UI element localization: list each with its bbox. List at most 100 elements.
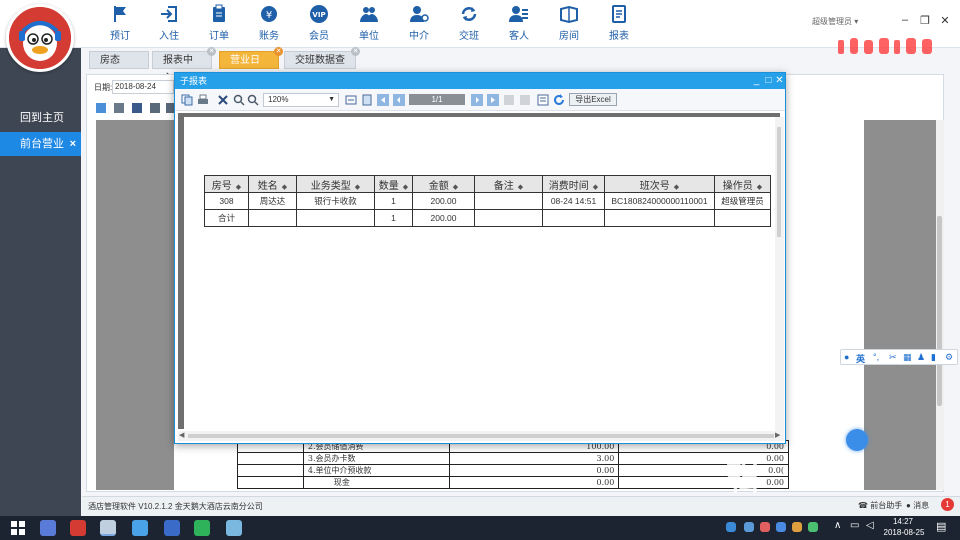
app-icon[interactable] [226,520,242,536]
nav-report-button[interactable]: 报表 [597,4,641,44]
tray-icon[interactable] [726,522,736,532]
column-header[interactable]: 操作员 ◆ [714,175,771,193]
copy-icon[interactable] [181,94,193,106]
next-page-icon[interactable] [471,94,483,106]
prev-page-icon[interactable] [393,94,405,106]
close-icon[interactable]: ✕ [774,73,785,89]
close-tab-icon[interactable]: ✕ [274,47,283,56]
nav-room-button[interactable]: 房间 [547,4,591,44]
date-field[interactable]: 2018-08-24 [112,80,174,94]
column-header[interactable]: 班次号 ◆ [604,175,715,193]
user-menu[interactable]: 超级管理员 ▾ [812,16,858,27]
print-icon[interactable] [197,94,209,106]
tray-icon[interactable] [744,522,754,532]
chevron-up-icon[interactable]: ∧ [834,520,841,531]
scrollbar-thumb[interactable] [937,216,942,406]
network-icon[interactable]: ▭ [850,520,859,531]
horizontal-scrollbar[interactable]: ◀ ▶ [178,431,784,441]
scroll-left-icon[interactable]: ◀ [179,431,184,439]
minimize-icon[interactable]: – [898,14,912,26]
volume-icon[interactable]: ◁ [866,520,874,531]
tools-icon[interactable] [217,94,229,106]
zoom-select[interactable]: 120% ▼ [263,93,339,107]
restore-icon[interactable]: ❐ [918,14,932,27]
tab-room-status[interactable]: 房态 [89,51,149,69]
app-icon[interactable] [70,520,86,536]
sidebar-item-front-desk[interactable]: 前台营业 × [0,132,81,156]
nav-reserve-button[interactable]: 预订 [98,4,142,44]
column-header[interactable]: 姓名 ◆ [248,175,297,193]
nav-order-button[interactable]: 订单 [197,4,241,44]
nav-agent-button[interactable]: 中介 [397,4,441,44]
column-header[interactable]: 消费时间 ◆ [542,175,605,193]
punctuation-icon[interactable]: °, [873,352,879,362]
nav-checkin-button[interactable]: 入住 [147,4,191,44]
nav-company-button[interactable]: 单位 [347,4,391,44]
close-tab-icon[interactable]: ✕ [351,47,360,56]
keyboard-icon[interactable]: ▦ [903,352,912,363]
scrollbar-thumb[interactable] [777,127,781,237]
nav-guest-button[interactable]: 客人 [497,4,541,44]
tray-icon[interactable] [776,522,786,532]
floating-assist-button[interactable] [846,429,868,451]
column-header[interactable]: 数量 ◆ [374,175,413,193]
messages-button[interactable]: ● 消息 [906,500,929,511]
tray-icon[interactable] [808,522,818,532]
maximize-icon[interactable]: □ [763,73,774,89]
full-page-icon[interactable] [361,94,373,106]
app-icon[interactable] [100,520,116,536]
cell-type: 银行卡收款 [296,192,375,210]
tray-icon[interactable] [760,522,770,532]
app-logo [6,4,74,72]
page-setup-icon[interactable] [537,94,549,106]
minimize-icon[interactable]: _ [751,73,762,89]
search-icon[interactable] [233,94,245,106]
tab-shift-data-query[interactable]: 交班数据查询✕ [284,47,360,84]
table-row: 4.单位中介预收款 0.00 0.0( [237,464,789,477]
column-header[interactable]: 备注 ◆ [474,175,543,193]
scissors-icon[interactable]: ✂ [889,352,897,363]
nav-shift-button[interactable]: 交班 [447,4,491,44]
app-icon[interactable] [132,520,148,536]
ime-language[interactable]: 英 [856,352,865,365]
nav-label: 预订 [110,31,130,42]
dialog-title-bar[interactable]: 子报表 _ □ ✕ [175,73,785,89]
app-icon[interactable] [164,520,180,536]
column-header[interactable]: 房号 ◆ [204,175,249,193]
first-page-icon[interactable] [377,94,389,106]
skin-icon[interactable]: ▮ [931,352,936,363]
user-icon[interactable]: ♟ [917,352,925,363]
scrollbar[interactable] [936,120,944,490]
column-header[interactable]: 业务类型 ◆ [296,175,375,193]
refresh-icon[interactable] [553,94,565,106]
close-icon[interactable]: × [70,132,76,156]
nav-finance-button[interactable]: ¥ 账务 [247,4,291,44]
ime-toolbar[interactable]: ● 英 °, ✂ ▦ ♟ ▮ ⚙ [840,349,958,365]
nav-label: 入住 [159,31,179,42]
windows-start-icon[interactable] [10,520,26,536]
close-tab-icon[interactable]: ✕ [207,47,216,56]
export-excel-button[interactable]: 导出Excel [569,93,617,106]
cell-value: 3.00 [448,452,620,465]
scroll-right-icon[interactable]: ▶ [775,431,780,439]
table-row[interactable]: 308 周达达 银行卡收款 1 200.00 08-24 14:51 BC180… [204,192,771,210]
sidebar-item-home[interactable]: 回到主页 [0,106,81,130]
close-window-icon[interactable]: ✕ [938,14,952,27]
scrollbar-thumb[interactable] [188,434,774,438]
tray-icon[interactable] [792,522,802,532]
page-width-icon[interactable] [345,94,357,106]
nav-member-button[interactable]: VIP 会员 [297,4,341,44]
gear-icon[interactable]: ⚙ [945,352,953,363]
vertical-scrollbar[interactable] [775,117,784,431]
ime-logo-icon[interactable]: ● [844,352,849,362]
column-header[interactable]: 金额 ◆ [412,175,475,193]
front-desk-assistant[interactable]: ☎ 前台助手 [858,500,902,511]
app-icon[interactable] [194,520,210,536]
last-page-icon[interactable] [487,94,499,106]
tab-daily-report[interactable]: 营业日报✕ [219,47,283,84]
tab-report-center[interactable]: 报表中心✕ [152,47,216,84]
zoom-icon[interactable] [247,94,259,106]
cell-amount: 200.00 [412,209,475,227]
app-icon[interactable] [40,520,56,536]
notification-icon[interactable]: ▤ [936,520,946,533]
